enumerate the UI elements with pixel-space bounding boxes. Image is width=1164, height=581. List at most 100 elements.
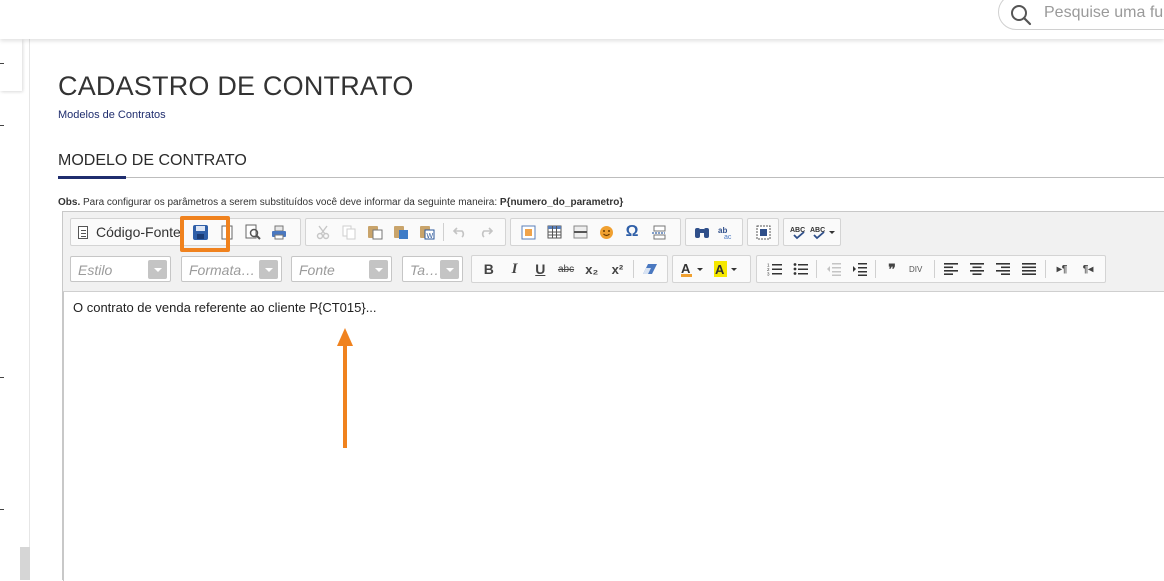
preview-button[interactable]	[240, 220, 266, 244]
align-left-icon	[944, 263, 958, 275]
spellcheck-as-you-type-button[interactable]: ABC	[810, 220, 836, 244]
style-dropdown[interactable]: Estilo	[70, 256, 171, 282]
format-dropdown-label: Formata…	[189, 262, 256, 278]
page-break-button[interactable]	[645, 220, 671, 244]
editor-content-text[interactable]: O contrato de venda referente ao cliente…	[73, 300, 377, 315]
obs-text: Para configurar os parâmetros a serem su…	[80, 197, 500, 208]
editor-content-area[interactable]: O contrato de venda referente ao cliente…	[63, 292, 1164, 581]
save-button-highlight	[180, 216, 230, 252]
subscript-button[interactable]: x₂	[579, 257, 605, 281]
toolbar-group-find: ab ac	[685, 218, 743, 246]
paste-text-button[interactable]	[388, 220, 414, 244]
sidebar	[0, 39, 30, 580]
toolbar-group-spellcheck: ABC ABC	[783, 218, 841, 246]
style-dropdown-label: Estilo	[78, 262, 113, 278]
numbered-list-icon: 123	[767, 263, 782, 276]
chevron-down-icon	[369, 260, 388, 279]
search-input[interactable]: Pesquise uma fu	[1044, 4, 1163, 22]
underline-button[interactable]: U	[527, 257, 553, 281]
smiley-icon	[599, 225, 613, 239]
breadcrumb[interactable]: Modelos de Contratos	[58, 109, 166, 121]
top-bar: Pesquise uma fu	[0, 0, 1164, 39]
text-color-button[interactable]: A	[677, 257, 711, 281]
italic-button[interactable]: I	[502, 257, 528, 281]
chevron-down-icon	[148, 260, 167, 279]
toolbar-separator	[816, 260, 817, 278]
source-code-button[interactable]: Código-Fonte	[75, 220, 184, 244]
paste-text-icon	[394, 226, 408, 239]
omega-icon: Ω	[625, 223, 639, 240]
indent-button[interactable]	[846, 257, 872, 281]
cut-button[interactable]	[310, 220, 336, 244]
sidebar-scrollbar[interactable]	[20, 547, 30, 580]
paste-word-button[interactable]: W	[414, 220, 440, 244]
smiley-button[interactable]	[593, 220, 619, 244]
table-button[interactable]	[541, 220, 567, 244]
create-div-button[interactable]: DIV	[905, 257, 931, 281]
bold-button[interactable]: B	[476, 257, 502, 281]
spellcheck-icon: ABC	[790, 227, 805, 239]
strikethrough-button[interactable]: abc	[553, 257, 579, 281]
outdent-icon	[826, 263, 841, 276]
select-all-icon	[756, 225, 770, 239]
toolbar-group-clipboard: W	[305, 218, 506, 246]
toolbar-group-paragraph: 123 ❞ DIV ▸¶ ¶◂	[756, 255, 1106, 283]
select-all-button[interactable]	[752, 220, 774, 244]
undo-button[interactable]	[447, 220, 473, 244]
horizontal-line-button[interactable]	[567, 220, 593, 244]
obs-param: P{numero_do_parametro}	[499, 197, 624, 208]
outdent-button[interactable]	[820, 257, 846, 281]
sidebar-menu-block[interactable]	[0, 39, 22, 91]
svg-text:A: A	[715, 262, 725, 277]
cut-icon	[316, 225, 330, 239]
special-char-button[interactable]: Ω	[619, 220, 645, 244]
rtl-button[interactable]: ¶◂	[1075, 257, 1101, 281]
align-center-button[interactable]	[964, 257, 990, 281]
text-direction-rtl-icon: ¶◂	[1082, 263, 1094, 275]
ltr-button[interactable]: ▸¶	[1049, 257, 1075, 281]
blockquote-button[interactable]: ❞	[879, 257, 905, 281]
page-break-icon	[651, 225, 665, 239]
sidebar-marker	[0, 509, 4, 510]
toolbar-separator	[633, 260, 635, 278]
paste-button[interactable]	[362, 220, 388, 244]
toolbar-separator	[875, 260, 876, 278]
redo-button[interactable]	[473, 220, 499, 244]
eraser-icon	[643, 264, 658, 274]
svg-text:ac: ac	[724, 234, 732, 240]
align-center-icon	[970, 263, 984, 275]
image-button[interactable]	[515, 220, 541, 244]
bulleted-list-button[interactable]	[787, 257, 813, 281]
italic-icon: I	[511, 260, 518, 277]
indent-icon	[852, 263, 867, 276]
page-title: CADASTRO DE CONTRATO	[58, 71, 414, 101]
align-left-button[interactable]	[938, 257, 964, 281]
print-button[interactable]	[266, 220, 292, 244]
numbered-list-button[interactable]: 123	[761, 257, 787, 281]
spellcheck-button[interactable]: ABC	[788, 220, 810, 244]
bulleted-list-icon	[793, 263, 808, 275]
justify-icon	[1022, 263, 1036, 275]
text-color-icon: A	[681, 261, 703, 277]
section-title: MODELO DE CONTRATO	[58, 152, 247, 169]
find-button[interactable]	[690, 220, 714, 244]
toolbar-group-basic-styles: B I U abc x₂ x²	[471, 255, 668, 283]
align-right-button[interactable]	[990, 257, 1016, 281]
svg-text:W: W	[427, 233, 434, 240]
font-dropdown[interactable]: Fonte	[291, 256, 392, 282]
size-dropdown[interactable]: Ta…	[402, 256, 463, 282]
spellcheck-dropdown-icon: ABC	[810, 227, 835, 239]
remove-format-button[interactable]	[637, 257, 663, 281]
background-color-button[interactable]: A	[711, 257, 745, 281]
preview-icon	[245, 224, 261, 240]
svg-text:A: A	[681, 261, 691, 276]
format-dropdown[interactable]: Formata…	[181, 256, 282, 282]
sidebar-marker	[0, 125, 4, 126]
superscript-icon: x²	[611, 261, 624, 277]
replace-button[interactable]: ab ac	[714, 220, 738, 244]
justify-button[interactable]	[1016, 257, 1042, 281]
search-box[interactable]: Pesquise uma fu	[998, 0, 1164, 30]
copy-button[interactable]	[336, 220, 362, 244]
toolbar-separator	[443, 223, 444, 241]
superscript-button[interactable]: x²	[605, 257, 631, 281]
